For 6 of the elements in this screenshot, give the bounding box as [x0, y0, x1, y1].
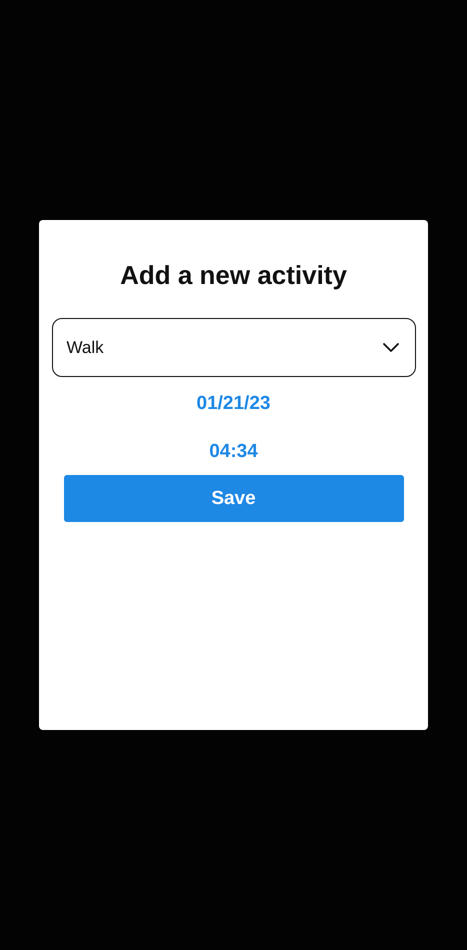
date-link[interactable]: 01/21/23 — [196, 393, 270, 415]
activity-select[interactable]: Walk — [52, 318, 416, 377]
save-button[interactable]: Save — [64, 475, 404, 522]
chevron-icon — [382, 343, 398, 352]
dialog-title: Add a new activity — [120, 260, 347, 291]
time-link[interactable]: 04:34 — [209, 441, 258, 463]
